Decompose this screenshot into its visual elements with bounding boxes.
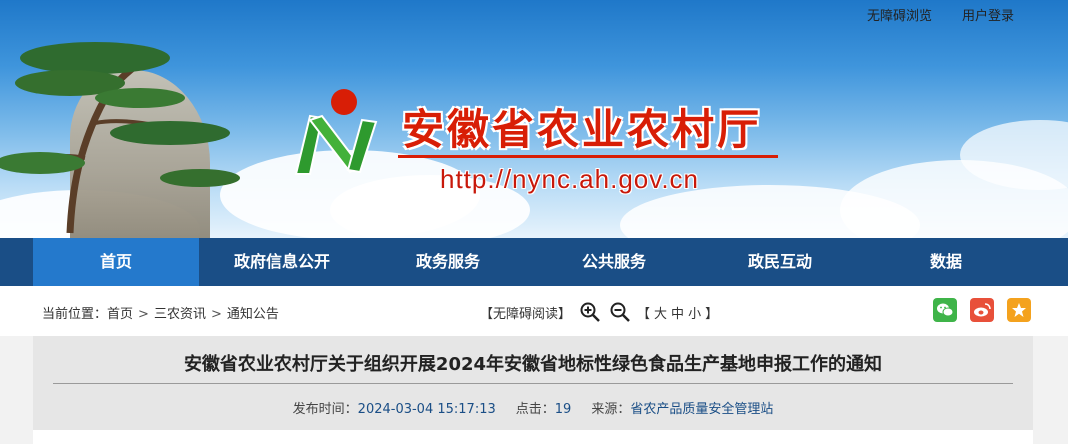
nav-item-public-services[interactable]: 公共服务 — [531, 238, 697, 286]
accessible-read-button[interactable]: 【无障碍阅读】 — [480, 303, 571, 322]
breadcrumb-home[interactable]: 首页 — [107, 307, 133, 322]
article-meta: 发布时间：2024-03-04 15:17:13 点击：19 来源：省农产品质量安全… — [33, 398, 1033, 417]
publish-time: 2024-03-04 15:17:13 — [357, 402, 496, 417]
divider — [53, 383, 1013, 384]
nav-item-interaction[interactable]: 政民互动 — [697, 238, 863, 286]
page-toolbar: 当前位置：首页 > 三农资讯 > 通知公告 【无障碍阅读】 【大中小】 — [0, 286, 1068, 336]
title-underline — [398, 155, 778, 158]
article-header: 安徽省农业农村厅关于组织开展2024年安徽省地标性绿色食品生产基地申报工作的通知… — [33, 336, 1033, 430]
click-count: 19 — [554, 402, 572, 417]
breadcrumb-notices[interactable]: 通知公告 — [227, 307, 279, 322]
font-size-large[interactable]: 大 — [654, 307, 671, 322]
department-logo — [288, 86, 384, 186]
font-size-bracket: 【 — [637, 306, 655, 322]
font-size-selector: 【大中小】 — [637, 303, 722, 322]
font-size-medium[interactable]: 中 — [671, 307, 688, 322]
article-source: 省农产品质量安全管理站 — [630, 402, 774, 417]
publish-time-label: 发布时间： — [292, 402, 358, 417]
zoom-in-icon[interactable] — [579, 301, 601, 323]
pine-tree-image — [0, 42, 240, 234]
site-banner: 无障碍浏览 用户登录 安徽省农业农村厅 http://nync.ah.gov.c… — [0, 0, 1068, 238]
site-title: 安徽省农业农村厅 — [402, 105, 763, 154]
article-title: 安徽省农业农村厅关于组织开展2024年安徽省地标性绿色食品生产基地申报工作的通知 — [183, 354, 883, 375]
clicks-label: 点击： — [515, 402, 555, 417]
accessibility-browse-link[interactable]: 无障碍浏览 — [867, 5, 932, 24]
article-body-start — [33, 430, 1033, 444]
site-url: http://nync.ah.gov.cn — [440, 164, 699, 194]
breadcrumb: 当前位置：首页 > 三农资讯 > 通知公告 — [42, 303, 279, 322]
nav-item-home[interactable]: 首页 — [33, 238, 199, 286]
favorite-star-icon[interactable] — [1007, 298, 1031, 322]
user-login-link[interactable]: 用户登录 — [962, 5, 1014, 24]
reading-tools: 【无障碍阅读】 【大中小】 — [480, 301, 722, 323]
weibo-icon[interactable] — [970, 298, 994, 322]
breadcrumb-separator: > — [210, 307, 222, 322]
font-size-small[interactable]: 小 — [688, 307, 705, 322]
wechat-icon[interactable] — [933, 298, 957, 322]
breadcrumb-separator: > — [138, 307, 149, 322]
breadcrumb-prefix: 当前位置： — [42, 307, 108, 322]
nav-item-gov-services[interactable]: 政务服务 — [365, 238, 531, 286]
main-nav: 首页 政府信息公开 政务服务 公共服务 政民互动 数据 — [0, 238, 1068, 286]
breadcrumb-agri-news[interactable]: 三农资讯 — [154, 307, 206, 322]
font-size-bracket: 】 — [705, 306, 723, 322]
source-label: 来源： — [591, 402, 631, 417]
nav-item-gov-info[interactable]: 政府信息公开 — [199, 238, 365, 286]
zoom-out-icon[interactable] — [609, 301, 631, 323]
nav-item-data[interactable]: 数据 — [863, 238, 1029, 286]
